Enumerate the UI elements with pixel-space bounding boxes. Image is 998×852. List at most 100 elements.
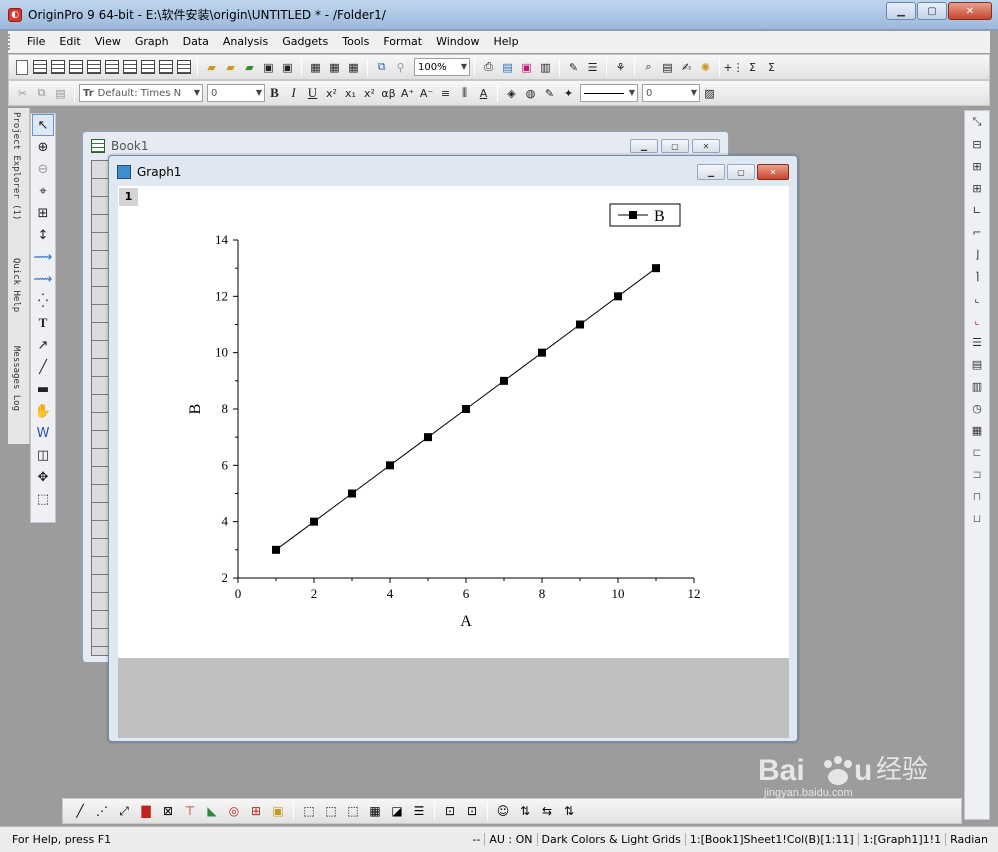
- 3d-plot-icon[interactable]: ▣: [268, 802, 288, 820]
- scatter-plot-icon[interactable]: ⋰: [92, 802, 112, 820]
- line-tool-icon[interactable]: ╱: [32, 356, 54, 378]
- inset-icon[interactable]: ⌞: [966, 287, 988, 309]
- book-maximize-button[interactable]: ▢: [661, 139, 689, 153]
- project-explorer-tab[interactable]: Project Explorer (1): [11, 112, 21, 220]
- increase-font-icon[interactable]: A⁺: [399, 85, 416, 102]
- template-library-icon[interactable]: ⊡: [462, 802, 482, 820]
- import-wizard-icon[interactable]: ▦: [345, 59, 362, 76]
- column-plot-icon[interactable]: ▇: [136, 802, 156, 820]
- save-project-icon[interactable]: ▣: [260, 59, 277, 76]
- move-icon[interactable]: ✥: [32, 466, 54, 488]
- line-symbol-plot-icon[interactable]: ⤢: [114, 802, 134, 820]
- open-folder-icon[interactable]: ▰: [203, 59, 220, 76]
- arrange-layers-icon[interactable]: ⊞: [966, 177, 988, 199]
- mask-icon[interactable]: ☺: [493, 802, 513, 820]
- data-point[interactable]: [500, 376, 508, 385]
- area-plot-icon[interactable]: ◣: [202, 802, 222, 820]
- polar-plot-icon[interactable]: ◎: [224, 802, 244, 820]
- data-point[interactable]: [348, 489, 356, 498]
- merge-layers-icon[interactable]: ⊞: [966, 155, 988, 177]
- 3d-surface-icon[interactable]: ⬚: [321, 802, 341, 820]
- add-column-icon[interactable]: +⋮: [723, 59, 743, 76]
- color-scale-icon[interactable]: ▥: [966, 375, 988, 397]
- script-window-icon[interactable]: ▤: [659, 59, 676, 76]
- slideshow-icon[interactable]: ▥: [537, 59, 554, 76]
- line-width-combo[interactable]: 0 ▼: [642, 84, 700, 102]
- menu-gadgets[interactable]: Gadgets: [275, 32, 335, 52]
- multi-plot-icon[interactable]: ⊠: [158, 802, 178, 820]
- line-plot-icon[interactable]: ╱: [70, 802, 90, 820]
- menu-data[interactable]: Data: [176, 32, 216, 52]
- decrease-font-icon[interactable]: A⁻: [418, 85, 435, 102]
- new-matrix-icon[interactable]: [69, 60, 83, 74]
- boxplot-icon[interactable]: ⊞: [246, 802, 266, 820]
- line-style-combo[interactable]: ▼: [580, 84, 638, 102]
- close-button[interactable]: ✕: [948, 2, 992, 20]
- cut-icon[interactable]: ✂: [14, 85, 31, 102]
- status-theme[interactable]: Dark Colors & Light Grids: [536, 833, 685, 846]
- pattern-icon[interactable]: ◍: [522, 85, 539, 102]
- font-size-combo[interactable]: 0 ▼: [207, 84, 265, 102]
- status-autoupdate[interactable]: AU : ON: [484, 833, 536, 846]
- project-explorer-icon[interactable]: ⚘: [612, 59, 629, 76]
- stat-plot-icon[interactable]: ⊤: [180, 802, 200, 820]
- data-point[interactable]: [424, 433, 432, 442]
- top-right-axis-icon[interactable]: ⌉: [966, 265, 988, 287]
- hand-tool-icon[interactable]: ✋: [32, 400, 54, 422]
- status-angle-unit[interactable]: Radian: [945, 833, 992, 846]
- timestamp-icon[interactable]: ◷: [966, 397, 988, 419]
- contour-icon[interactable]: ▦: [365, 802, 385, 820]
- new-code-icon[interactable]: [159, 60, 173, 74]
- superscript-icon[interactable]: x²: [323, 85, 340, 102]
- new-notes-icon[interactable]: [141, 60, 155, 74]
- graph-window[interactable]: Graph1 ▁ ▢ ✕ 0 2 4 6 8 10 12 2 4 6 8 10 12 14 A B B 1: [108, 155, 798, 742]
- line-color-icon[interactable]: ✎: [541, 85, 558, 102]
- image-plot-icon[interactable]: ◪: [387, 802, 407, 820]
- menu-file[interactable]: File: [20, 32, 52, 52]
- new-workbook-icon[interactable]: [33, 60, 47, 74]
- font-color-icon[interactable]: A: [475, 85, 492, 102]
- subscript-icon[interactable]: x₁: [342, 85, 359, 102]
- fill-color-icon[interactable]: ◈: [503, 85, 520, 102]
- x-axis-title[interactable]: A: [460, 613, 472, 630]
- legend-icon[interactable]: ▤: [966, 353, 988, 375]
- inset-data-icon[interactable]: ⌞: [966, 309, 988, 331]
- region-select-icon[interactable]: ⁛: [32, 290, 54, 312]
- data-point[interactable]: [538, 348, 546, 357]
- new-graph-icon[interactable]: [87, 60, 101, 74]
- menu-graph[interactable]: Graph: [128, 32, 176, 52]
- italic-icon[interactable]: I: [285, 85, 302, 102]
- menu-view[interactable]: View: [88, 32, 128, 52]
- recalculate-icon[interactable]: ⧉: [373, 59, 390, 76]
- graph-minimize-button[interactable]: ▁: [697, 164, 725, 180]
- word-object-icon[interactable]: W: [32, 422, 54, 444]
- rescale-data-icon[interactable]: ⇆: [537, 802, 557, 820]
- code-builder-icon[interactable]: ✎: [565, 59, 582, 76]
- data-point[interactable]: [576, 320, 584, 329]
- book-close-button[interactable]: ✕: [692, 139, 720, 153]
- data-point[interactable]: [386, 461, 394, 470]
- data-point[interactable]: [462, 405, 470, 413]
- line-chart[interactable]: 0 2 4 6 8 10 122468101214ABB: [118, 186, 789, 658]
- new-excel-icon[interactable]: [51, 60, 65, 74]
- draw-data-icon[interactable]: ⟿: [32, 268, 54, 290]
- new-template-icon[interactable]: [177, 60, 191, 74]
- data-point[interactable]: [272, 545, 280, 554]
- align-bottom-layers-icon[interactable]: ⊔: [966, 507, 988, 529]
- arrow-tool-icon[interactable]: ↗: [32, 334, 54, 356]
- data-reader-icon[interactable]: ⊞: [32, 202, 54, 224]
- text-tool-icon[interactable]: T: [32, 312, 54, 334]
- 3d-wire-icon[interactable]: ⬚: [343, 802, 363, 820]
- menu-help[interactable]: Help: [486, 32, 525, 52]
- app-center-icon[interactable]: ✺: [697, 59, 714, 76]
- align-left-icon[interactable]: ≡: [437, 85, 454, 102]
- column-bars-icon[interactable]: ⫼: [456, 85, 473, 102]
- data-selector-icon[interactable]: ⟿: [32, 246, 54, 268]
- menu-analysis[interactable]: Analysis: [216, 32, 275, 52]
- underline-icon[interactable]: U: [304, 85, 321, 102]
- waterfall-icon[interactable]: ☰: [409, 802, 429, 820]
- import-ascii-icon[interactable]: ▦: [307, 59, 324, 76]
- menu-window[interactable]: Window: [429, 32, 486, 52]
- open-template-icon[interactable]: ▰: [222, 59, 239, 76]
- table-icon[interactable]: ▦: [966, 419, 988, 441]
